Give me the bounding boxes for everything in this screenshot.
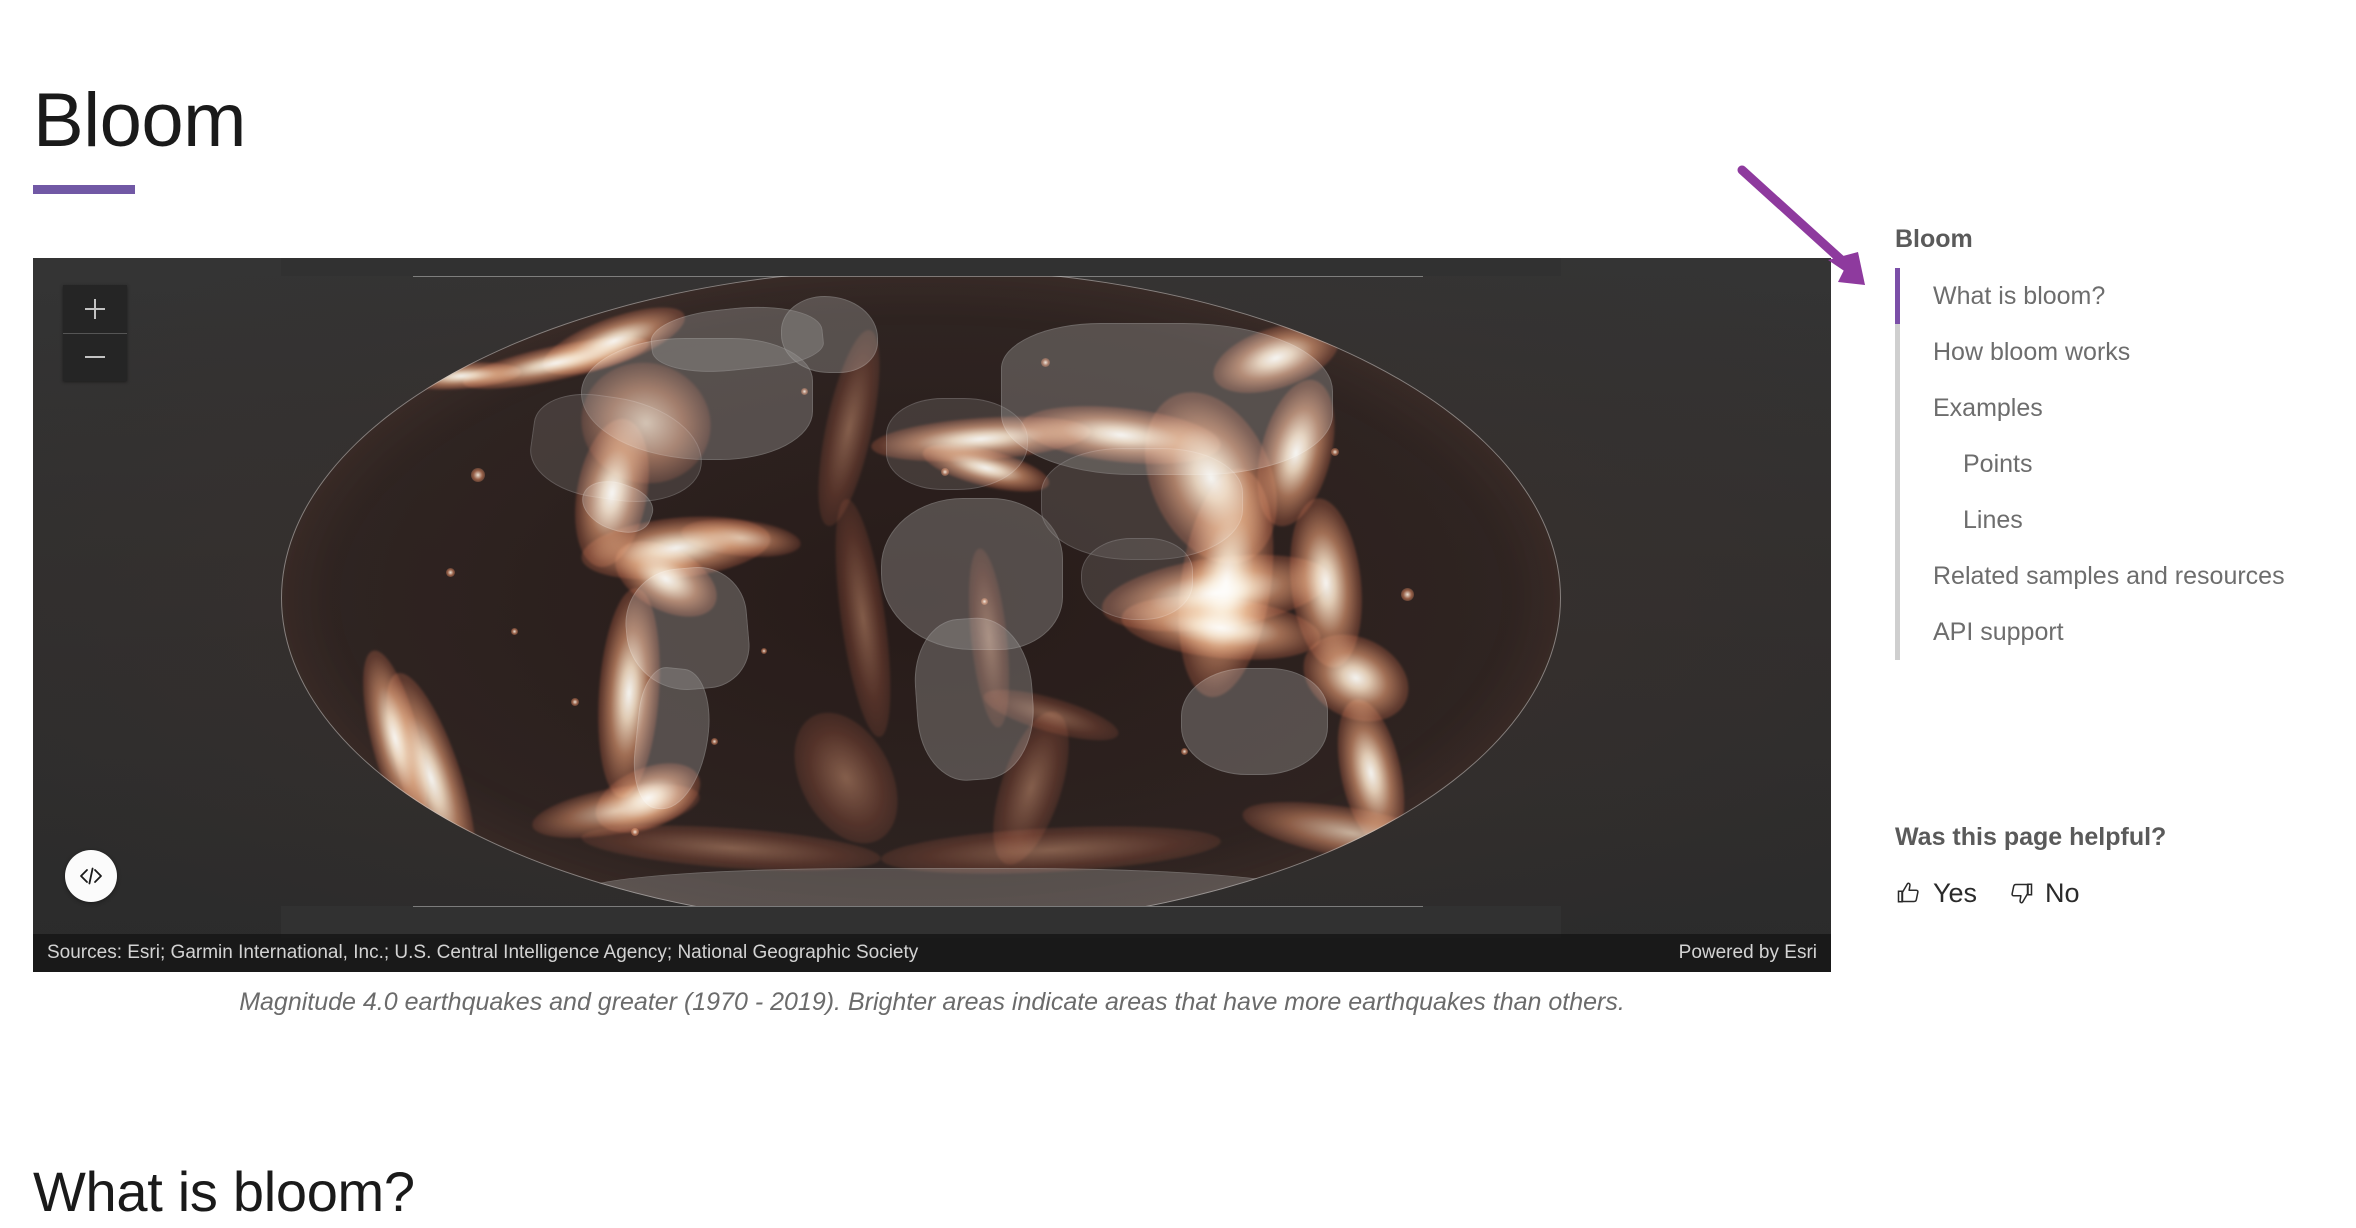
feedback-question: Was this page helpful? [1895,823,2167,851]
graticule-bottom [413,906,1423,907]
powered-by-esri[interactable]: Powered by Esri [1679,934,1817,972]
sidebar-item-related-samples-and-resources[interactable]: Related samples and resources [1895,548,2325,604]
feedback-yes-button[interactable]: Yes [1895,876,1977,910]
zoom-out-button[interactable] [63,334,127,382]
graticule-top [413,276,1423,277]
title-accent-rule [33,185,135,194]
toc-list: What is bloom? How bloom works Examples … [1895,268,2325,660]
map-canvas[interactable] [33,258,1831,972]
sidebar-item-lines[interactable]: Lines [1895,492,2325,548]
feedback-no-label: No [2045,878,2080,908]
map-zoom-controls[interactable] [63,285,127,381]
sidebar-item-points[interactable]: Points [1895,436,2325,492]
code-icon [80,867,102,885]
thumbs-down-icon [2011,883,2033,904]
sidebar-item-what-is-bloom[interactable]: What is bloom? [1895,268,2325,324]
plus-icon [85,298,105,319]
view-code-button[interactable] [65,850,117,902]
toc-rail-active-marker [1895,268,1900,324]
feedback-yes-label: Yes [1933,878,1978,908]
page-feedback: Was this page helpful? Yes No [1895,820,2325,910]
map-caption: Magnitude 4.0 earthquakes and greater (1… [239,988,1625,1016]
thumbs-up-icon [1897,882,1919,903]
minus-icon [85,356,105,359]
section-heading-what-is-bloom: What is bloom? [33,1160,415,1224]
feedback-no-button[interactable]: No [2007,876,2080,910]
globe-clip-top [281,258,1561,276]
toc-rail [1895,268,1900,660]
sidebar-item-how-bloom-works[interactable]: How bloom works [1895,324,2325,380]
sidebar-title: Bloom [1895,225,1973,253]
sidebar-item-api-support[interactable]: API support [1895,604,2325,660]
map-panel[interactable]: Sources: Esri; Garmin International, Inc… [33,258,1831,972]
globe-disc [281,268,1561,928]
zoom-in-button[interactable] [63,285,127,334]
feedback-buttons: Yes No [1895,876,2325,910]
sidebar-toc: Bloom What is bloom? How bloom works Exa… [1895,222,2325,660]
map-attribution-bar: Sources: Esri; Garmin International, Inc… [33,934,1831,972]
page-title: Bloom [33,77,246,163]
sidebar-item-examples[interactable]: Examples [1895,380,2325,436]
map-attribution-text: Sources: Esri; Garmin International, Inc… [47,942,919,963]
